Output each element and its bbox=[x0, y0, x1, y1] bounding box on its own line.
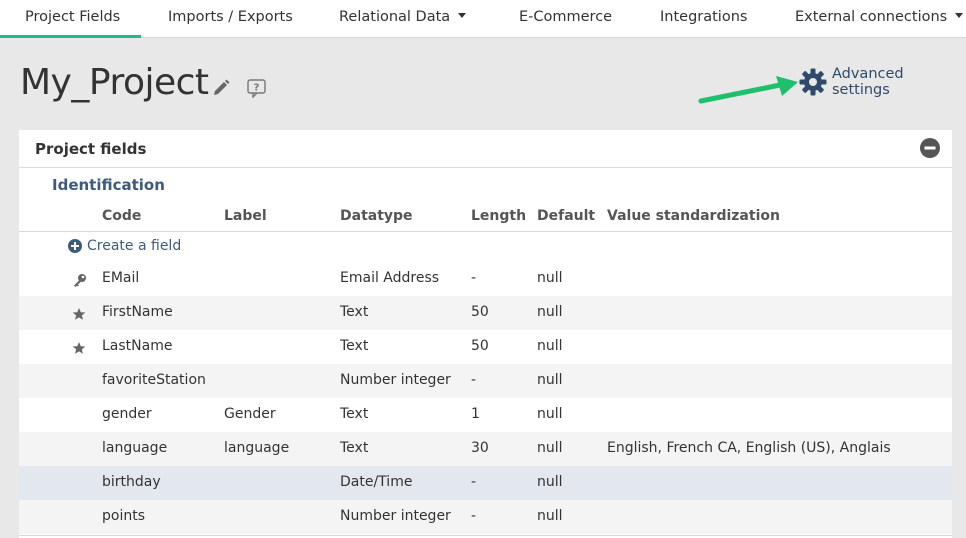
cell-length: - bbox=[471, 372, 477, 388]
cell-code: gender bbox=[102, 406, 152, 422]
table-row[interactable]: EMail Email Address - null bbox=[19, 262, 952, 296]
table-row-selected[interactable]: birthday Date/Time - null bbox=[19, 466, 952, 500]
table-row[interactable]: points Number integer - null bbox=[19, 500, 952, 534]
cell-code: birthday bbox=[102, 474, 161, 490]
divider bbox=[19, 535, 952, 536]
tab-label: Integrations bbox=[660, 9, 748, 25]
cell-default: null bbox=[537, 338, 563, 354]
tab-imports-exports[interactable]: Imports / Exports bbox=[168, 0, 293, 38]
cell-code: favoriteStation bbox=[102, 372, 206, 388]
advanced-settings-link[interactable]: Advanced settings bbox=[798, 66, 966, 98]
tab-label: External connections bbox=[795, 9, 948, 25]
section-title: Identification bbox=[52, 176, 165, 194]
table-row[interactable]: gender Gender Text 1 null bbox=[19, 398, 952, 432]
cell-length: 50 bbox=[471, 338, 489, 354]
create-field-label: Create a field bbox=[87, 238, 182, 254]
create-field-link[interactable]: Create a field bbox=[68, 238, 181, 254]
advanced-settings-label: Advanced settings bbox=[831, 66, 904, 98]
tab-label: Project Fields bbox=[25, 9, 121, 25]
panel-title: Project fields bbox=[35, 140, 147, 158]
svg-text:?: ? bbox=[254, 83, 260, 94]
column-header-label[interactable]: Label bbox=[224, 208, 267, 224]
tab-label: Relational Data bbox=[339, 9, 451, 25]
tab-label: Imports / Exports bbox=[168, 9, 293, 25]
cell-default: null bbox=[537, 508, 563, 524]
key-icon bbox=[72, 272, 88, 292]
plus-circle-icon bbox=[68, 239, 82, 253]
tab-project-fields[interactable]: Project Fields bbox=[0, 0, 141, 38]
panel-header: Project fields bbox=[19, 130, 952, 168]
column-header-default[interactable]: Default bbox=[537, 208, 595, 224]
cell-datatype: Number integer bbox=[340, 372, 451, 388]
project-fields-panel: Project fields Identification Code Label… bbox=[19, 130, 952, 538]
table-row[interactable]: FirstName Text 50 null bbox=[19, 296, 952, 330]
cell-datatype: Text bbox=[340, 338, 369, 354]
chevron-down-icon bbox=[955, 12, 964, 18]
cell-datatype: Date/Time bbox=[340, 474, 413, 490]
chevron-down-icon bbox=[458, 12, 467, 18]
cell-datatype: Number integer bbox=[340, 508, 451, 524]
pencil-icon[interactable] bbox=[211, 78, 231, 102]
cell-datatype: Text bbox=[340, 440, 369, 456]
cell-length: - bbox=[471, 508, 477, 524]
cell-code: LastName bbox=[102, 338, 173, 354]
table-row[interactable]: language language Text 30 null English, … bbox=[19, 432, 952, 466]
cell-length: 30 bbox=[471, 440, 489, 456]
tab-relational-data[interactable]: Relational Data bbox=[339, 0, 467, 38]
cell-label: Gender bbox=[224, 406, 276, 422]
table-row[interactable]: LastName Text 50 null bbox=[19, 330, 952, 364]
cell-standardization: English, French CA, English (US), Anglai… bbox=[607, 440, 891, 456]
cell-code: FirstName bbox=[102, 304, 173, 320]
column-header-length[interactable]: Length bbox=[471, 208, 526, 224]
arrow-annotation bbox=[698, 76, 798, 104]
cell-default: null bbox=[537, 304, 563, 320]
star-icon bbox=[72, 306, 86, 325]
cell-length: 50 bbox=[471, 304, 489, 320]
divider bbox=[19, 231, 952, 232]
cell-label: language bbox=[224, 440, 290, 456]
cell-default: null bbox=[537, 372, 563, 388]
cell-length: - bbox=[471, 474, 477, 490]
tab-integrations[interactable]: Integrations bbox=[660, 0, 747, 38]
tab-external-connections[interactable]: External connections bbox=[795, 0, 964, 38]
cell-datatype: Email Address bbox=[340, 270, 440, 286]
column-header-datatype[interactable]: Datatype bbox=[340, 208, 413, 224]
page-title: My_Project bbox=[20, 62, 209, 103]
cell-datatype: Text bbox=[340, 406, 369, 422]
collapse-icon[interactable] bbox=[920, 138, 940, 162]
cell-default: null bbox=[537, 474, 563, 490]
cell-code: EMail bbox=[102, 270, 140, 286]
cell-code: points bbox=[102, 508, 145, 524]
gear-icon bbox=[799, 68, 827, 96]
column-header-code[interactable]: Code bbox=[102, 208, 141, 224]
column-header-value-standardization[interactable]: Value standardization bbox=[607, 208, 780, 224]
top-nav: Project Fields Imports / Exports Relatio… bbox=[0, 0, 966, 38]
cell-datatype: Text bbox=[340, 304, 369, 320]
cell-length: - bbox=[471, 270, 477, 286]
cell-default: null bbox=[537, 270, 563, 286]
cell-default: null bbox=[537, 440, 563, 456]
tab-e-commerce[interactable]: E-Commerce bbox=[519, 0, 612, 38]
cell-default: null bbox=[537, 406, 563, 422]
cell-length: 1 bbox=[471, 406, 480, 422]
table-row[interactable]: favoriteStation Number integer - null bbox=[19, 364, 952, 398]
star-icon bbox=[72, 340, 86, 359]
help-icon[interactable]: ? bbox=[247, 79, 267, 102]
tab-label: E-Commerce bbox=[519, 9, 613, 25]
cell-code: language bbox=[102, 440, 168, 456]
